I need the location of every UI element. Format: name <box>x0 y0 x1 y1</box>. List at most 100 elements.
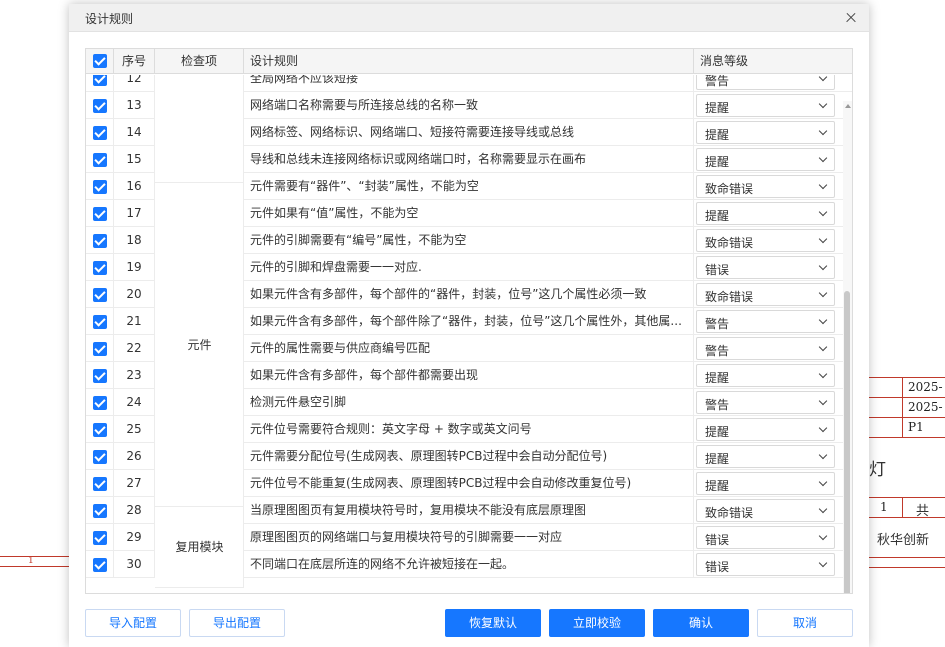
level-select[interactable]: 提醒 <box>696 472 835 495</box>
level-select[interactable]: 提醒 <box>696 364 835 387</box>
row-rule-text: 元件如果有“值”属性，不能为空 <box>244 200 694 227</box>
row-checkbox-cell <box>86 119 114 146</box>
row-checkbox-cell <box>86 146 114 173</box>
row-checkbox-cell <box>86 362 114 389</box>
row-checkbox[interactable] <box>93 504 107 518</box>
title-block-line <box>869 397 945 398</box>
chevron-down-icon <box>818 261 828 271</box>
vertical-scrollbar[interactable] <box>843 101 852 593</box>
row-checkbox[interactable] <box>93 180 107 194</box>
level-select[interactable]: 提醒 <box>696 445 835 468</box>
close-icon[interactable] <box>841 8 861 28</box>
scroll-thumb[interactable] <box>844 291 850 593</box>
row-checkbox[interactable] <box>93 261 107 275</box>
row-checkbox[interactable] <box>93 234 107 248</box>
title-block-page: P1 <box>908 420 924 434</box>
row-rule-text: 元件位号需要符合规则：英文字母 + 数字或英文问号 <box>244 416 694 443</box>
row-rule-text: 元件的属性需要与供应商编号匹配 <box>244 335 694 362</box>
chevron-down-icon <box>818 396 828 406</box>
validate-now-button[interactable]: 立即校验 <box>549 609 645 637</box>
chevron-down-icon <box>818 531 828 541</box>
row-checkbox-cell <box>86 227 114 254</box>
level-select[interactable]: 提醒 <box>696 202 835 225</box>
level-select[interactable]: 提醒 <box>696 121 835 144</box>
chevron-down-icon <box>818 477 828 487</box>
design-rules-dialog: 设计规则 序号 检查项 设计规则 消息等级 12 全局网络不应该短接 警告 13 网络端… <box>69 4 869 647</box>
row-checkbox[interactable] <box>93 558 107 572</box>
chevron-down-icon <box>818 234 828 244</box>
title-block-title: 灯 <box>869 460 886 480</box>
row-checkbox[interactable] <box>93 423 107 437</box>
level-select[interactable]: 提醒 <box>696 148 835 171</box>
level-select[interactable]: 错误 <box>696 526 835 549</box>
table-header: 序号 检查项 设计规则 消息等级 <box>86 49 852 74</box>
row-checkbox[interactable] <box>93 342 107 356</box>
title-block-line <box>869 557 945 558</box>
title-block-date: 2025- <box>908 380 943 394</box>
export-config-button[interactable]: 导出配置 <box>189 609 285 637</box>
row-rule-text: 全局网络不应该短接 <box>244 75 694 92</box>
row-number: 15 <box>114 146 155 173</box>
row-number: 28 <box>114 497 155 524</box>
level-select[interactable]: 错误 <box>696 553 835 576</box>
import-config-button[interactable]: 导入配置 <box>85 609 181 637</box>
row-checkbox-cell <box>86 551 114 578</box>
row-level-cell: 致命错误 <box>694 281 852 308</box>
row-level-cell: 提醒 <box>694 470 852 497</box>
level-select[interactable]: 致命错误 <box>696 283 835 306</box>
row-level-cell: 警告 <box>694 308 852 335</box>
row-level-cell: 致命错误 <box>694 227 852 254</box>
row-level-cell: 提醒 <box>694 119 852 146</box>
row-rule-text: 如果元件含有多部件，每个部件都需要出现 <box>244 362 694 389</box>
row-rule-text: 如果元件含有多部件，每个部件除了“器件，封装，位号”这几个属性外，其他属... <box>244 308 694 335</box>
row-checkbox[interactable] <box>93 531 107 545</box>
title-block-date: 2025- <box>908 400 943 414</box>
row-checkbox[interactable] <box>93 126 107 140</box>
level-select[interactable]: 致命错误 <box>696 499 835 522</box>
row-checkbox[interactable] <box>93 315 107 329</box>
level-select[interactable]: 提醒 <box>696 94 835 117</box>
select-all-checkbox[interactable] <box>93 54 107 68</box>
row-checkbox-cell <box>86 308 114 335</box>
chevron-down-icon <box>818 153 828 163</box>
row-checkbox[interactable] <box>93 75 107 86</box>
level-select[interactable]: 提醒 <box>696 418 835 441</box>
level-select[interactable]: 错误 <box>696 256 835 279</box>
level-select-value: 提醒 <box>705 479 730 493</box>
row-number: 12 <box>114 75 155 92</box>
level-select-value: 提醒 <box>705 452 730 466</box>
level-select[interactable]: 警告 <box>696 310 835 333</box>
title-block-line <box>902 377 903 437</box>
row-checkbox[interactable] <box>93 99 107 113</box>
level-select-value: 警告 <box>705 344 730 358</box>
row-number: 29 <box>114 524 155 551</box>
group-cell-reuse-module: 复用模块 <box>155 507 244 588</box>
rules-table: 序号 检查项 设计规则 消息等级 12 全局网络不应该短接 警告 13 网络端口名称需要… <box>85 48 853 594</box>
row-level-cell: 致命错误 <box>694 497 852 524</box>
row-rule-text: 元件位号不能重复(生成网表、原理图转PCB过程中会自动修改重复位号) <box>244 470 694 497</box>
row-rule-text: 原理图图页的网络端口与复用模块符号的引脚需要一一对应 <box>244 524 694 551</box>
confirm-button[interactable]: 确认 <box>653 609 749 637</box>
row-checkbox-cell <box>86 470 114 497</box>
level-select[interactable]: 警告 <box>696 391 835 414</box>
row-checkbox[interactable] <box>93 477 107 491</box>
row-checkbox[interactable] <box>93 396 107 410</box>
title-block-line <box>869 377 945 378</box>
row-checkbox[interactable] <box>93 450 107 464</box>
header-no: 序号 <box>114 49 155 74</box>
row-number: 27 <box>114 470 155 497</box>
row-checkbox[interactable] <box>93 207 107 221</box>
level-select[interactable]: 警告 <box>696 75 835 90</box>
level-select[interactable]: 致命错误 <box>696 175 835 198</box>
chevron-down-icon <box>818 288 828 298</box>
chevron-down-icon <box>818 180 828 190</box>
row-checkbox[interactable] <box>93 153 107 167</box>
chevron-down-icon <box>818 423 828 433</box>
restore-default-button[interactable]: 恢复默认 <box>445 609 541 637</box>
cancel-button[interactable]: 取消 <box>757 609 853 637</box>
row-checkbox[interactable] <box>93 288 107 302</box>
level-select[interactable]: 警告 <box>696 337 835 360</box>
row-checkbox[interactable] <box>93 369 107 383</box>
scroll-up-icon[interactable] <box>845 104 851 108</box>
level-select[interactable]: 致命错误 <box>696 229 835 252</box>
